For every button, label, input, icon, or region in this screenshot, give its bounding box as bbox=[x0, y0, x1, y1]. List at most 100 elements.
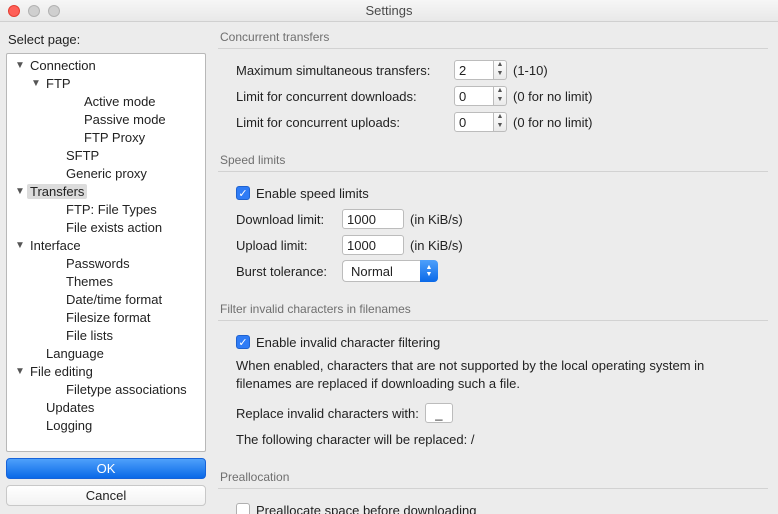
tree-item[interactable]: Themes bbox=[7, 272, 205, 290]
sidebar: Select page: ▼Connection▼FTPActive modeP… bbox=[0, 22, 212, 514]
group-filter-title: Filter invalid characters in filenames bbox=[218, 298, 768, 320]
group-prealloc-title: Preallocation bbox=[218, 466, 768, 488]
tree-item[interactable]: ▼Transfers bbox=[7, 182, 205, 200]
preallocate-label: Preallocate space before downloading bbox=[256, 503, 476, 514]
tree-item-label: Generic proxy bbox=[63, 166, 150, 181]
download-limit-label: Download limit: bbox=[236, 212, 336, 227]
max-transfers-input[interactable] bbox=[454, 60, 494, 80]
upload-limit-label: Upload limit: bbox=[236, 238, 336, 253]
tree-item[interactable]: File lists bbox=[7, 326, 205, 344]
max-transfers-hint: (1-10) bbox=[513, 63, 548, 78]
zoom-icon bbox=[48, 5, 60, 17]
tree-item[interactable]: ▼Interface bbox=[7, 236, 205, 254]
tree-item-label: Passive mode bbox=[81, 112, 169, 127]
tree-item[interactable]: ▼File editing bbox=[7, 362, 205, 380]
upload-limit-hint: (in KiB/s) bbox=[410, 238, 463, 253]
tree-item-label: Interface bbox=[27, 238, 84, 253]
tree-item[interactable]: Filesize format bbox=[7, 308, 205, 326]
tree-item[interactable]: Passwords bbox=[7, 254, 205, 272]
max-transfers-stepper[interactable]: ▲▼ bbox=[454, 60, 507, 80]
tree-item-label: Connection bbox=[27, 58, 99, 73]
tree-item-label: File editing bbox=[27, 364, 96, 379]
tree-item-label: Date/time format bbox=[63, 292, 165, 307]
tree-item[interactable]: FTP: File Types bbox=[7, 200, 205, 218]
preallocate-checkbox[interactable]: Preallocate space before downloading bbox=[236, 503, 476, 514]
download-limit-hint: (in KiB/s) bbox=[410, 212, 463, 227]
tree-item-label: Active mode bbox=[81, 94, 159, 109]
char-filtering-description: When enabled, characters that are not su… bbox=[236, 355, 762, 400]
chevron-down-icon[interactable]: ▼ bbox=[13, 366, 27, 377]
tree-item-label: Updates bbox=[43, 400, 97, 415]
tree-item[interactable]: Date/time format bbox=[7, 290, 205, 308]
cancel-button[interactable]: Cancel bbox=[6, 485, 206, 506]
tree-item-label: Filesize format bbox=[63, 310, 154, 325]
replaced-chars-label: The following character will be replaced… bbox=[236, 432, 474, 447]
ok-button[interactable]: OK bbox=[6, 458, 206, 479]
tree-item[interactable]: Language bbox=[7, 344, 205, 362]
divider bbox=[218, 171, 768, 172]
tree-item[interactable]: ▼FTP bbox=[7, 74, 205, 92]
check-icon: ✓ bbox=[236, 186, 250, 200]
chevron-down-icon[interactable]: ▼ bbox=[13, 60, 27, 71]
tree-item-label: Transfers bbox=[27, 184, 87, 199]
tree-item-label: Themes bbox=[63, 274, 116, 289]
tree-item[interactable]: Passive mode bbox=[7, 110, 205, 128]
concurrent-dl-label: Limit for concurrent downloads: bbox=[236, 89, 448, 104]
tree-item-label: Passwords bbox=[63, 256, 133, 271]
check-icon: ✓ bbox=[236, 335, 250, 349]
chevron-up-down-icon: ▲▼ bbox=[420, 260, 438, 282]
concurrent-dl-hint: (0 for no limit) bbox=[513, 89, 592, 104]
tree-item[interactable]: ▼Connection bbox=[7, 56, 205, 74]
concurrent-ul-input[interactable] bbox=[454, 112, 494, 132]
tree-item[interactable]: File exists action bbox=[7, 218, 205, 236]
stepper-arrows-icon[interactable]: ▲▼ bbox=[494, 112, 507, 132]
burst-tolerance-select[interactable]: Normal ▲▼ bbox=[342, 260, 438, 282]
checkbox-icon bbox=[236, 503, 250, 514]
close-icon[interactable] bbox=[8, 5, 20, 17]
window-title: Settings bbox=[366, 3, 413, 18]
minimize-icon bbox=[28, 5, 40, 17]
enable-speed-limits-checkbox[interactable]: ✓ Enable speed limits bbox=[236, 186, 369, 201]
divider bbox=[218, 48, 768, 49]
enable-char-filtering-label: Enable invalid character filtering bbox=[256, 335, 440, 350]
tree-item-label: FTP: File Types bbox=[63, 202, 160, 217]
concurrent-dl-stepper[interactable]: ▲▼ bbox=[454, 86, 507, 106]
tree-item-label: SFTP bbox=[63, 148, 102, 163]
content-pane: Concurrent transfers Maximum simultaneou… bbox=[212, 22, 778, 514]
stepper-arrows-icon[interactable]: ▲▼ bbox=[494, 60, 507, 80]
tree-item[interactable]: Updates bbox=[7, 398, 205, 416]
chevron-down-icon[interactable]: ▼ bbox=[13, 186, 27, 197]
tree-item[interactable]: FTP Proxy bbox=[7, 128, 205, 146]
burst-tolerance-value: Normal bbox=[342, 260, 420, 282]
tree-item[interactable]: SFTP bbox=[7, 146, 205, 164]
tree-item[interactable]: Logging bbox=[7, 416, 205, 434]
enable-speed-limits-label: Enable speed limits bbox=[256, 186, 369, 201]
enable-char-filtering-checkbox[interactable]: ✓ Enable invalid character filtering bbox=[236, 335, 440, 350]
tree-item-label: Language bbox=[43, 346, 107, 361]
tree-item-label: FTP bbox=[43, 76, 74, 91]
replace-char-input[interactable] bbox=[425, 403, 453, 423]
upload-limit-input[interactable] bbox=[342, 235, 404, 255]
tree-item-label: Filetype associations bbox=[63, 382, 190, 397]
concurrent-ul-stepper[interactable]: ▲▼ bbox=[454, 112, 507, 132]
divider bbox=[218, 320, 768, 321]
divider bbox=[218, 488, 768, 489]
replace-char-label: Replace invalid characters with: bbox=[236, 406, 419, 421]
tree-item-label: File lists bbox=[63, 328, 116, 343]
burst-tolerance-label: Burst tolerance: bbox=[236, 264, 336, 279]
concurrent-ul-label: Limit for concurrent uploads: bbox=[236, 115, 448, 130]
tree-item-label: Logging bbox=[43, 418, 95, 433]
select-page-label: Select page: bbox=[6, 28, 206, 53]
tree-item-label: File exists action bbox=[63, 220, 165, 235]
tree-item[interactable]: Generic proxy bbox=[7, 164, 205, 182]
download-limit-input[interactable] bbox=[342, 209, 404, 229]
tree-item[interactable]: Filetype associations bbox=[7, 380, 205, 398]
group-speed-title: Speed limits bbox=[218, 149, 768, 171]
tree-item[interactable]: Active mode bbox=[7, 92, 205, 110]
concurrent-dl-input[interactable] bbox=[454, 86, 494, 106]
chevron-down-icon[interactable]: ▼ bbox=[13, 240, 27, 251]
chevron-down-icon[interactable]: ▼ bbox=[29, 78, 43, 89]
tree-item-label: FTP Proxy bbox=[81, 130, 148, 145]
stepper-arrows-icon[interactable]: ▲▼ bbox=[494, 86, 507, 106]
page-tree[interactable]: ▼Connection▼FTPActive modePassive modeFT… bbox=[6, 53, 206, 452]
